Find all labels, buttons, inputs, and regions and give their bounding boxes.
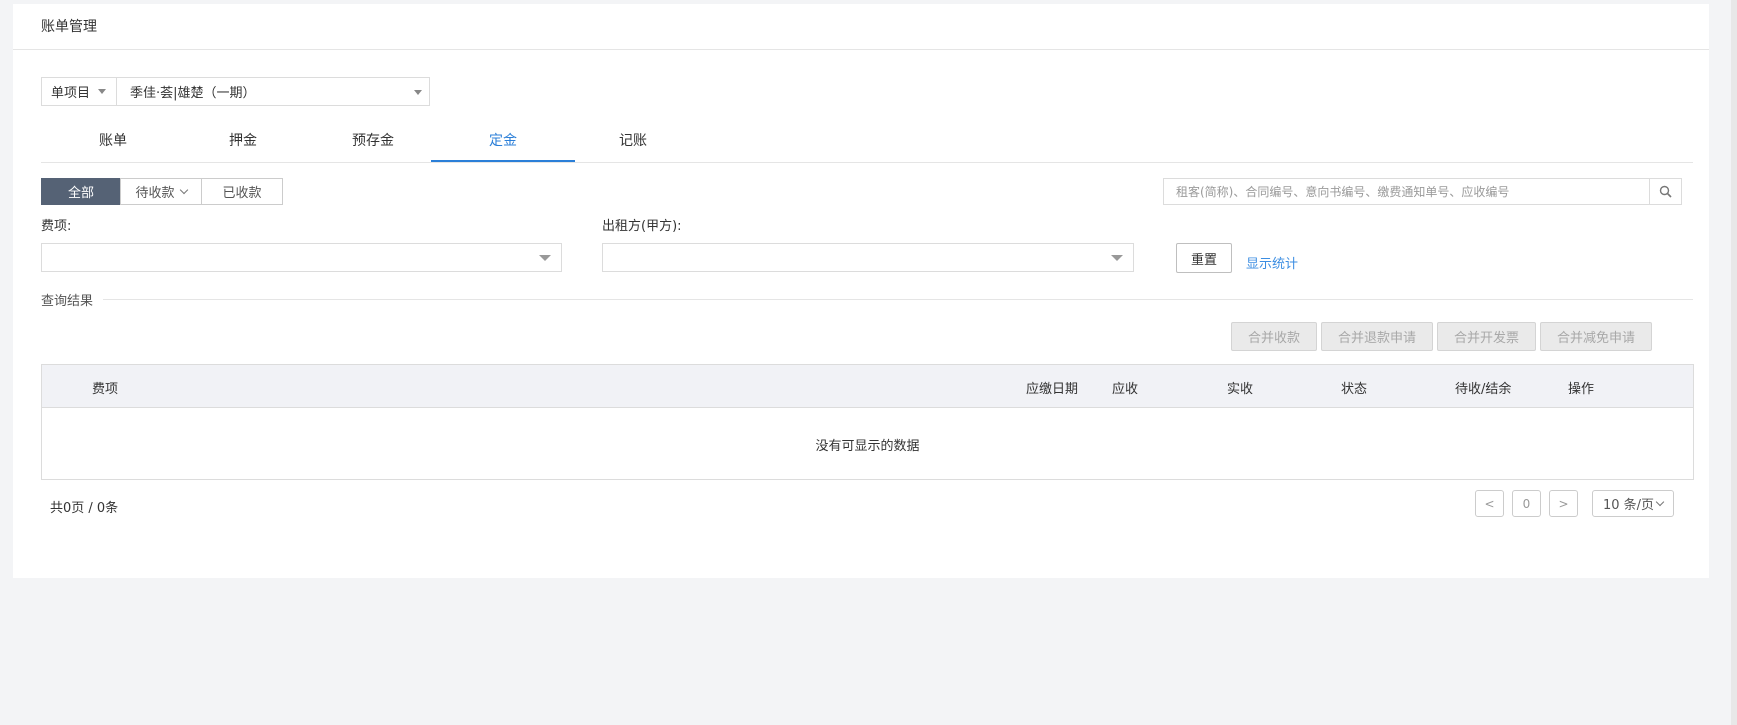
scrollbar[interactable] <box>1731 0 1737 725</box>
search-icon <box>1659 185 1672 198</box>
fee-label: 费项: <box>41 219 72 234</box>
prev-page-button[interactable]: < <box>1475 490 1504 517</box>
filter-pending-button[interactable]: 待收款 <box>120 178 202 205</box>
merge-receive-button[interactable]: 合并收款 <box>1230 322 1317 351</box>
lessor-label: 出租方(甲方): <box>602 219 682 234</box>
merge-waiver-button[interactable]: 合并减免申请 <box>1539 322 1652 351</box>
results-divider <box>103 299 1693 300</box>
merge-refund-button[interactable]: 合并退款申请 <box>1320 322 1433 351</box>
status-filter-group: 全部 待收款 已收款 <box>41 178 283 205</box>
column-operations: 操作 <box>1568 382 1595 397</box>
page-title: 账单管理 <box>41 19 97 35</box>
tab-deposit[interactable]: 押金 <box>171 123 315 162</box>
fee-select[interactable] <box>41 243 562 272</box>
column-due-date: 应缴日期 <box>1026 382 1079 397</box>
chevron-down-icon <box>1655 497 1665 506</box>
triangle-down-icon <box>1111 255 1123 261</box>
column-pending-balance: 待收/结余 <box>1455 382 1512 397</box>
pagination-summary: 共0页 / 0条 <box>50 501 119 516</box>
title-divider <box>13 49 1709 50</box>
column-receivable: 应收 <box>1112 382 1139 397</box>
earnest-table: 费项 应缴日期 应收 实收 状态 待收/结余 操作 没有可显示的数据 <box>41 364 1694 480</box>
search-input[interactable] <box>1164 179 1649 204</box>
project-name: 季佳·荟|雄楚（一期） <box>130 86 256 101</box>
caret-down-icon <box>414 90 422 95</box>
current-page[interactable]: 0 <box>1512 490 1541 517</box>
scope-dropdown[interactable]: 单项目 <box>42 78 117 105</box>
empty-message: 没有可显示的数据 <box>815 439 920 454</box>
bill-management-panel: 账单管理 单项目 季佳·荟|雄楚（一期） 账单 押金 预存金 定金 记账 全部 … <box>13 4 1709 578</box>
next-page-button[interactable]: > <box>1549 490 1578 517</box>
caret-down-icon <box>98 89 107 94</box>
results-heading: 查询结果 <box>41 294 94 309</box>
reset-button[interactable]: 重置 <box>1176 243 1232 273</box>
bill-type-tabs: 账单 押金 预存金 定金 记账 <box>41 123 1693 163</box>
show-stats-link[interactable]: 显示统计 <box>1246 253 1298 272</box>
scope-label: 单项目 <box>51 86 91 101</box>
batch-actions: 合并收款 合并退款申请 合并开发票 合并减免申请 <box>1230 322 1652 351</box>
chevron-down-icon <box>179 185 188 194</box>
filter-all-button[interactable]: 全部 <box>41 178 121 205</box>
tab-bookkeeping[interactable]: 记账 <box>561 123 705 162</box>
column-fee-item: 费项 <box>92 382 119 397</box>
filter-received-button[interactable]: 已收款 <box>201 178 283 205</box>
search-box <box>1163 178 1682 205</box>
tab-bill[interactable]: 账单 <box>41 123 185 162</box>
tab-prepaid[interactable]: 预存金 <box>301 123 445 162</box>
merge-invoice-button[interactable]: 合并开发票 <box>1436 322 1536 351</box>
page-size-label: 10 条/页 <box>1602 498 1655 513</box>
column-status: 状态 <box>1341 382 1368 397</box>
lessor-select[interactable] <box>602 243 1134 272</box>
column-received: 实收 <box>1227 382 1254 397</box>
triangle-down-icon <box>539 255 551 261</box>
filter-pending-label: 待收款 <box>135 186 175 201</box>
project-dropdown[interactable]: 季佳·荟|雄楚（一期） <box>117 78 429 105</box>
page-size-select[interactable]: 10 条/页 <box>1592 490 1674 517</box>
table-header: 费项 应缴日期 应收 实收 状态 待收/结余 操作 <box>42 365 1693 408</box>
search-button[interactable] <box>1649 179 1681 204</box>
tab-earnest[interactable]: 定金 <box>431 123 575 162</box>
project-selector: 单项目 季佳·荟|雄楚（一期） <box>41 77 430 106</box>
